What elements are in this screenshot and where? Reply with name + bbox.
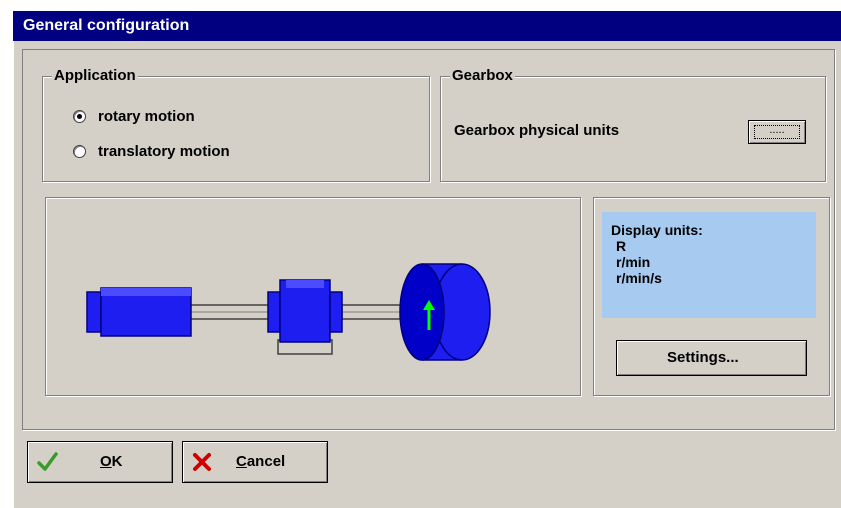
gearbox-units-button[interactable]: ..... <box>748 120 806 144</box>
settings-button-label: Settings... <box>667 349 739 366</box>
motor-icon <box>86 287 192 337</box>
load-wheel-icon <box>399 263 491 361</box>
radio-selected-icon <box>73 110 86 123</box>
ok-button[interactable]: OK <box>27 441 173 483</box>
checkmark-icon <box>37 452 58 471</box>
rotary-motion-label: rotary motion <box>98 108 195 125</box>
drive-train-diagram-panel <box>45 197 581 396</box>
display-units-title: Display units: <box>611 222 703 238</box>
display-units-panel: Display units: R r/min r/min/s Settings.… <box>593 197 830 396</box>
x-cross-icon <box>193 453 211 471</box>
settings-button[interactable]: Settings... <box>616 340 807 376</box>
display-units-box: Display units: R r/min r/min/s <box>602 212 816 318</box>
translatory-motion-radio[interactable]: translatory motion <box>73 143 230 160</box>
general-configuration-dialog: General configuration Application rotary… <box>13 11 841 508</box>
radio-unselected-icon <box>73 145 86 158</box>
title-bar[interactable]: General configuration <box>13 11 841 41</box>
gearbox-group-label: Gearbox <box>450 67 515 84</box>
gearbox-physical-units-label: Gearbox physical units <box>454 122 620 139</box>
ok-button-label: OK <box>100 453 123 470</box>
shaft-icon <box>189 304 271 320</box>
cancel-button-label: Cancel <box>236 453 286 470</box>
gearbox-icon <box>267 279 343 355</box>
display-unit-acceleration: r/min/s <box>616 270 662 286</box>
rotary-motion-radio[interactable]: rotary motion <box>73 108 195 125</box>
gearbox-units-button-label: ..... <box>754 125 800 139</box>
application-group: Application rotary motion translatory mo… <box>42 67 430 182</box>
translatory-motion-label: translatory motion <box>98 143 230 160</box>
display-unit-position: R <box>616 238 627 254</box>
application-group-label: Application <box>52 67 138 84</box>
cancel-button[interactable]: Cancel <box>182 441 328 483</box>
window-title: General configuration <box>23 17 190 34</box>
drive-train-diagram <box>86 263 491 361</box>
gearbox-group: Gearbox Gearbox physical units ..... <box>440 67 826 182</box>
display-unit-speed: r/min <box>616 254 651 270</box>
